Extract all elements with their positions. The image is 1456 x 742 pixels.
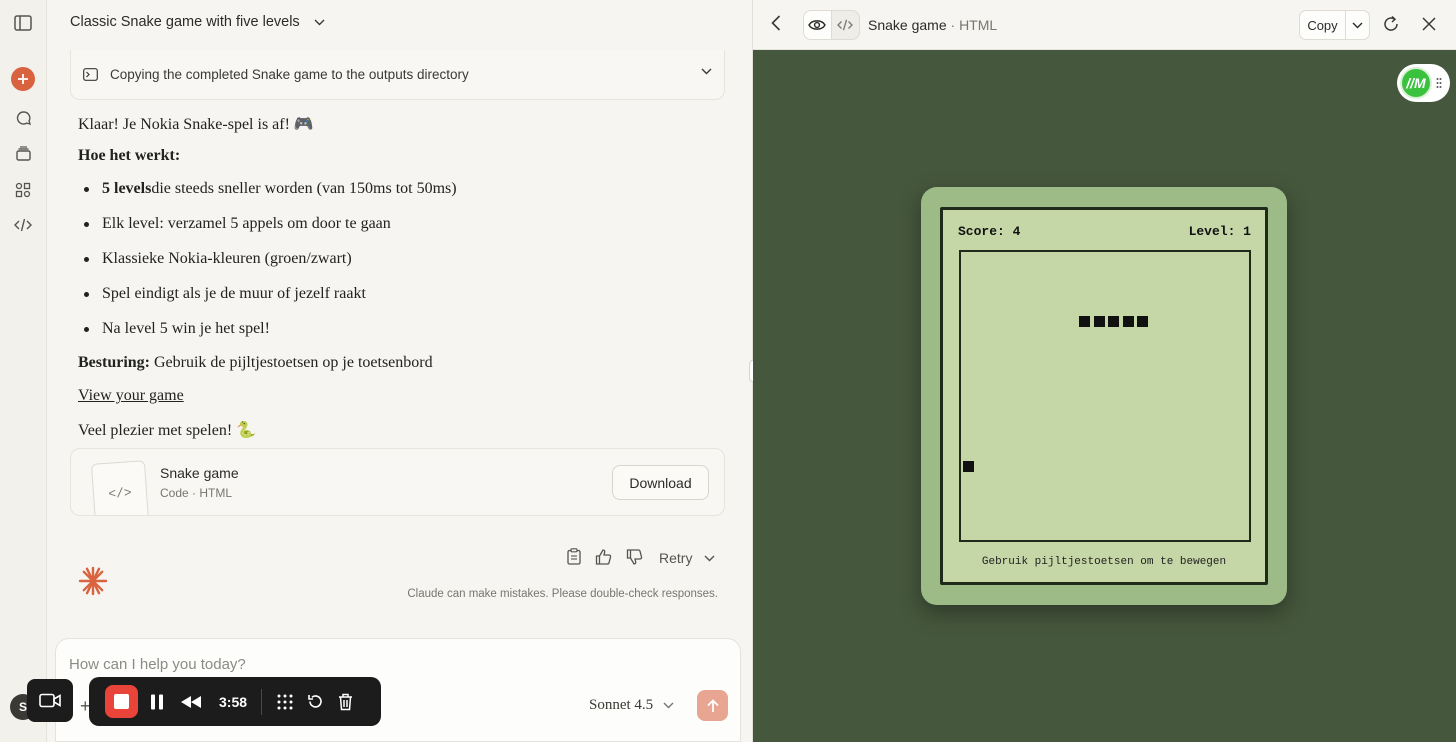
arrow-up-icon [706, 698, 719, 712]
refresh-icon[interactable] [1382, 15, 1400, 38]
sidebar-toggle-icon[interactable] [11, 11, 35, 35]
code-file-icon: </> [90, 460, 150, 515]
eye-icon [808, 20, 827, 30]
list-item: Elk level: verzamel 5 appels om door te … [84, 215, 391, 233]
rewind-icon[interactable] [181, 695, 201, 708]
preview-tab[interactable] [804, 11, 832, 39]
message-outro: Veel plezier met spelen! 🐍 [78, 422, 257, 439]
grid-icon[interactable] [276, 693, 294, 711]
copy-button[interactable]: Copy [1300, 11, 1346, 39]
artifact-name: Snake game · HTML [868, 17, 998, 33]
disclaimer-text: Claude can make mistakes. Please double-… [407, 588, 718, 600]
recording-timer: 3:58 [219, 693, 248, 710]
chevron-down-icon [1352, 22, 1363, 28]
snake-segment [1137, 316, 1148, 327]
snake-segment [1093, 316, 1105, 327]
copy-button-group: Copy [1299, 10, 1370, 40]
thumbs-up-icon[interactable] [595, 548, 612, 568]
terminal-icon [83, 68, 98, 81]
thumbs-down-icon[interactable] [626, 548, 643, 568]
stop-recording-button[interactable] [105, 685, 138, 718]
extension-badge[interactable]: //M [1397, 64, 1450, 102]
copy-options-button[interactable] [1346, 11, 1369, 39]
message-intro: Klaar! Je Nokia Snake-spel is af! 🎮 [78, 116, 314, 133]
chevron-down-icon [314, 19, 325, 25]
score-label: Score: 4 [958, 224, 1021, 239]
chats-icon[interactable] [11, 106, 35, 130]
snake-segment [1108, 316, 1119, 327]
chat-panel: Classic Snake game with five levels Copy… [47, 0, 752, 742]
message-actions: Retry [567, 548, 715, 568]
snake-segment [1079, 316, 1090, 327]
code-tab[interactable] [832, 11, 860, 39]
chevron-down-icon [704, 555, 715, 561]
apple [963, 461, 974, 472]
snake-segment [1122, 316, 1134, 327]
view-toggle [803, 10, 860, 40]
message-input[interactable]: How can I help you today? [69, 656, 246, 673]
extension-logo-icon: //M [1400, 67, 1432, 99]
send-button[interactable] [697, 690, 728, 721]
recording-toolbar: 3:58 [89, 677, 381, 726]
game-hint: Gebruik pijltjestoetsen om te bewegen [981, 556, 1227, 568]
left-rail [0, 0, 47, 742]
camera-button[interactable] [27, 679, 73, 722]
code-icon [837, 19, 854, 31]
chevron-down-icon [663, 702, 674, 709]
how-heading: Hoe het werkt: [78, 147, 181, 164]
tool-status-box[interactable]: Copying the completed Snake game to the … [70, 50, 725, 100]
divider [261, 688, 263, 715]
artifact-card[interactable]: </> Snake game Code · HTML Download [70, 448, 725, 516]
game-device: Score: 4 Level: 1 Gebruik pijltjestoetse… [921, 187, 1287, 605]
pause-icon[interactable] [150, 694, 164, 710]
copy-icon[interactable] [567, 548, 581, 568]
level-label: Level: 1 [1188, 224, 1251, 239]
artifacts-icon[interactable] [11, 178, 35, 202]
back-icon[interactable] [771, 15, 781, 36]
projects-icon[interactable] [11, 142, 35, 166]
list-item: Spel eindigt als je de muur of jezelf ra… [84, 285, 366, 303]
trash-icon[interactable] [338, 693, 353, 711]
video-camera-icon [39, 693, 61, 708]
restart-icon[interactable] [307, 693, 324, 710]
list-item: Na level 5 win je het spel! [84, 320, 270, 338]
model-selector[interactable]: Sonnet 4.5 [589, 697, 674, 714]
controls-line: Besturing: Gebruik de pijltjestoetsen op… [78, 354, 433, 371]
chevron-down-icon [701, 68, 712, 75]
new-chat-button[interactable] [11, 67, 35, 91]
artifact-subtitle: Code · HTML [160, 486, 233, 500]
artifact-title: Snake game [160, 465, 239, 481]
tool-status-text: Copying the completed Snake game to the … [110, 67, 469, 82]
view-game-link[interactable]: View your game [78, 387, 184, 405]
chat-title[interactable]: Classic Snake game with five levels [70, 14, 325, 30]
drag-handle-icon [1436, 78, 1442, 88]
retry-button[interactable]: Retry [659, 550, 715, 566]
code-icon[interactable] [11, 213, 35, 237]
game-screen: Score: 4 Level: 1 Gebruik pijltjestoetse… [940, 207, 1268, 585]
claude-sparkle-icon [78, 566, 108, 596]
artifact-header: Snake game · HTML Copy [753, 0, 1456, 50]
list-item: Klassieke Nokia-kleuren (groen/zwart) [84, 250, 352, 268]
close-icon[interactable] [1422, 17, 1436, 36]
game-playfield[interactable] [959, 250, 1251, 542]
list-item: 5 levels die steeds sneller worden (van … [84, 180, 457, 198]
artifact-preview: //M Score: 4 Level: 1 Gebruik pijltjesto… [753, 50, 1456, 742]
download-button[interactable]: Download [612, 465, 709, 500]
